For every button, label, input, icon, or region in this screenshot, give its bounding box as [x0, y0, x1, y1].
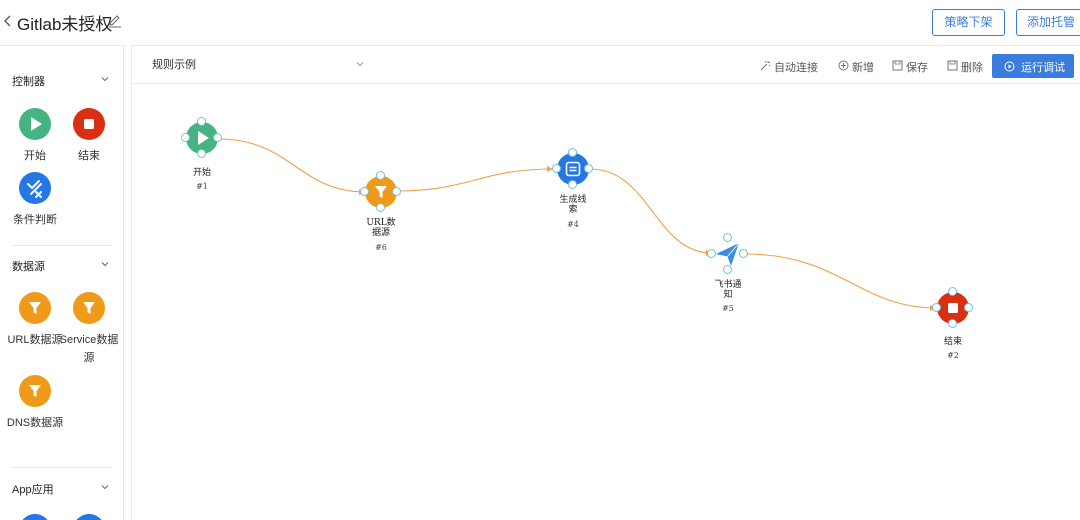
palette-item-service-datasource[interactable]: Service数据源 [60, 292, 118, 367]
header-bar: Gitlab未授权 策略下架 添加托管 [0, 0, 1080, 44]
save-label: 保存 [906, 62, 928, 74]
app-icon [19, 514, 51, 520]
chevron-down-icon [356, 62, 364, 67]
play-circle-icon [1004, 61, 1015, 72]
play-icon [19, 108, 51, 140]
rule-select[interactable]: 规则示例 [152, 54, 365, 76]
palette-item-url-datasource[interactable]: URL数据源 [7, 292, 63, 349]
palette-item-condition[interactable]: 条件判断 [10, 172, 60, 229]
node-id-url-datasource: #6 [375, 243, 387, 252]
rule-select-value: 规则示例 [152, 59, 196, 71]
divider [12, 245, 112, 246]
chevron-down-icon [101, 485, 109, 490]
port-top[interactable] [948, 287, 957, 296]
palette-item-end[interactable]: 结束 [64, 108, 114, 165]
category-label: 控制器 [12, 76, 45, 88]
auto-connect-label: 自动连接 [774, 62, 818, 74]
page-title: Gitlab未授权 [17, 15, 113, 34]
port-right[interactable] [584, 164, 593, 173]
magic-wand-icon [760, 60, 771, 71]
back-arrow-icon[interactable] [2, 12, 14, 30]
port-bottom[interactable] [197, 149, 206, 158]
palette-item-label: 开始 [24, 150, 46, 162]
port-top[interactable] [723, 233, 732, 242]
node-id-start: #1 [196, 182, 208, 191]
divider [12, 467, 112, 468]
port-bottom[interactable] [948, 319, 957, 328]
category-apps-header[interactable]: App应用 [12, 478, 112, 498]
add-node-label: 新增 [852, 62, 874, 74]
editor-toolbar: 规则示例 自动连接 新增 保存 删除 运行调试 [132, 46, 1080, 84]
node-label-feishu-notify: 飞书通知 [714, 280, 742, 300]
delete-icon [947, 60, 958, 71]
save-icon [892, 60, 903, 71]
stop-icon [73, 108, 105, 140]
node-label-generate-clue: 生成线索 [559, 195, 587, 215]
palette-item-dns-datasource[interactable]: DNS数据源 [7, 375, 63, 432]
port-left[interactable] [707, 249, 716, 258]
condition-icon [19, 172, 51, 204]
palette-item-label: 条件判断 [13, 214, 57, 226]
palette-item-label: Service数据源 [59, 334, 119, 364]
port-left[interactable] [360, 187, 369, 196]
flow-node-generate-clue[interactable] [552, 148, 593, 189]
palette-item-start[interactable]: 开始 [10, 108, 60, 165]
funnel-icon [73, 292, 105, 324]
node-label-end: 结束 [943, 337, 962, 347]
port-top[interactable] [376, 171, 385, 180]
category-controllers-header[interactable]: 控制器 [12, 70, 112, 90]
strategy-offline-button[interactable]: 策略下架 [932, 9, 1005, 36]
palette-item-app[interactable] [10, 514, 60, 520]
port-bottom[interactable] [723, 265, 732, 274]
palette-item-label: 结束 [78, 150, 100, 162]
port-bottom[interactable] [568, 180, 577, 189]
node-id-feishu-notify: #5 [722, 304, 734, 313]
palette-item-label: DNS数据源 [6, 417, 64, 429]
node-id-generate-clue: #4 [567, 220, 579, 229]
app-icon [73, 514, 105, 520]
port-left[interactable] [932, 303, 941, 312]
funnel-icon [19, 292, 51, 324]
port-top[interactable] [568, 148, 577, 157]
funnel-icon [19, 375, 51, 407]
component-palette: 控制器 开始 结束 条件判断 数据源 URL数据源 Service数据源 DNS… [0, 45, 124, 520]
run-debug-label: 运行调试 [1021, 62, 1065, 74]
port-left[interactable] [552, 164, 561, 173]
flow-node-url-datasource[interactable] [360, 171, 401, 212]
port-bottom[interactable] [376, 203, 385, 212]
port-right[interactable] [964, 303, 973, 312]
port-top[interactable] [197, 117, 206, 126]
flow-node-feishu-notify[interactable] [707, 233, 748, 274]
node-label-url-datasource: URL数据源 [366, 218, 396, 238]
delete-label: 删除 [961, 62, 983, 74]
node-label-start: 开始 [192, 168, 211, 178]
port-left[interactable] [181, 133, 190, 142]
plus-circle-icon [838, 60, 849, 71]
palette-item-label: URL数据源 [7, 334, 63, 346]
add-hosting-button[interactable]: 添加托管 [1016, 9, 1080, 36]
edit-pencil-icon[interactable] [108, 14, 122, 28]
chevron-down-icon [101, 262, 109, 267]
palette-item-app[interactable] [64, 514, 114, 520]
category-label: App应用 [12, 484, 54, 496]
chevron-down-icon [101, 77, 109, 82]
node-id-end: #2 [947, 351, 959, 360]
port-right[interactable] [739, 249, 748, 258]
category-label: 数据源 [12, 261, 45, 273]
flow-editor: 规则示例 自动连接 新增 保存 删除 运行调试 [131, 45, 1080, 520]
category-datasources-header[interactable]: 数据源 [12, 255, 112, 275]
flow-node-end[interactable] [932, 287, 973, 328]
port-right[interactable] [392, 187, 401, 196]
flow-node-start[interactable] [181, 117, 222, 158]
port-right[interactable] [213, 133, 222, 142]
run-debug-button[interactable]: 运行调试 [992, 54, 1074, 78]
